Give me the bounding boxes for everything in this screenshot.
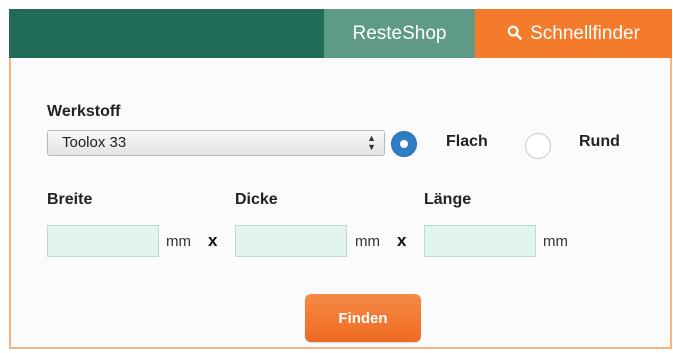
dicke-label: Dicke [235,191,278,208]
schnellfinder-widget: ResteShop Schnellfinder Werkstoff Toolox… [9,9,672,349]
laenge-label: Länge [424,191,472,208]
times-separator-2: x [397,231,407,250]
breite-input[interactable] [47,225,159,257]
laenge-input[interactable] [424,225,536,257]
breite-label: Breite [47,191,93,208]
search-icon [507,25,522,40]
finden-button[interactable]: Finden [305,294,421,342]
breite-unit: mm [166,233,191,250]
werkstoff-selected-value: Toolox 33 [62,134,127,151]
tab-resteshop[interactable]: ResteShop [324,9,475,58]
tab-schnellfinder-label: Schnellfinder [530,23,640,44]
laenge-unit: mm [543,233,568,250]
radio-rund[interactable] [525,133,551,159]
werkstoff-select[interactable]: Toolox 33 ▲ ▼ [47,130,385,156]
dicke-input[interactable] [235,225,347,257]
radio-rund-label: Rund [579,133,620,150]
dicke-unit: mm [355,233,380,250]
select-arrows-icon: ▲ ▼ [367,133,376,152]
werkstoff-label: Werkstoff [47,103,121,120]
times-separator-1: x [208,231,218,250]
radio-flach[interactable] [391,131,417,157]
tab-schnellfinder[interactable]: Schnellfinder [475,9,672,58]
radio-flach-label: Flach [446,133,488,150]
top-navigation-bar: ResteShop Schnellfinder [9,9,672,58]
tab-resteshop-label: ResteShop [352,23,447,44]
